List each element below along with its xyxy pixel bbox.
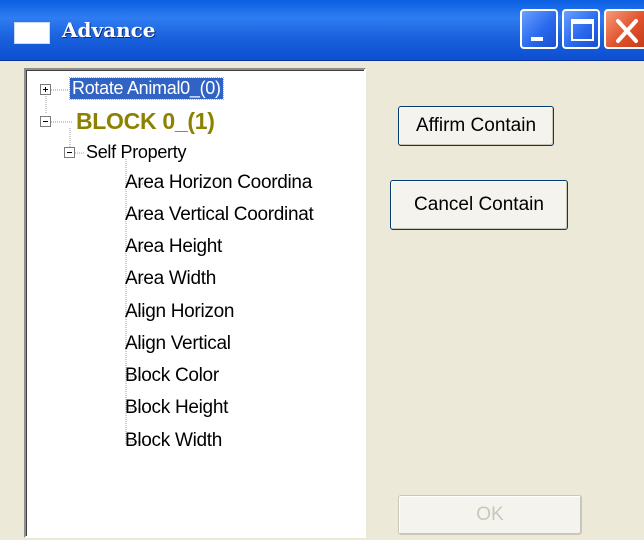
tree-leaf-align-horizon[interactable]: Align Horizon: [125, 301, 234, 323]
minimize-button[interactable]: [520, 9, 558, 49]
tree-node-block[interactable]: BLOCK 0_(1): [76, 108, 215, 135]
collapse-icon[interactable]: [40, 116, 51, 127]
tree-leaf-area-width[interactable]: Area Width: [125, 268, 216, 290]
property-tree[interactable]: Rotate Animal0_(0) BLOCK 0_(1) Self Prop…: [24, 68, 366, 538]
tree-leaf-area-vertical[interactable]: Area Vertical Coordinat: [125, 204, 314, 226]
maximize-icon: [571, 19, 594, 41]
tree-leaf-area-height[interactable]: Area Height: [125, 236, 222, 258]
expand-icon[interactable]: [40, 84, 51, 95]
maximize-button[interactable]: [562, 9, 600, 49]
tree-leaf-area-horizon[interactable]: Area Horizon Coordina: [125, 172, 312, 194]
close-icon: [616, 19, 638, 43]
tree-leaf-align-vertical[interactable]: Align Vertical: [125, 333, 231, 355]
tree-node-self-property[interactable]: Self Property: [86, 142, 186, 163]
window-icon: [14, 22, 50, 44]
tree-leaf-block-color[interactable]: Block Color: [125, 365, 219, 387]
cancel-contain-button[interactable]: Cancel Contain: [390, 180, 568, 230]
ok-button[interactable]: OK: [398, 495, 582, 535]
collapse-icon[interactable]: [64, 147, 75, 158]
minimize-icon: [531, 37, 543, 41]
tree-leaf-block-width[interactable]: Block Width: [125, 430, 222, 452]
window-title: Advance: [62, 18, 156, 42]
close-button[interactable]: [604, 9, 644, 49]
title-bar[interactable]: Advance: [0, 0, 644, 61]
tree-leaf-block-height[interactable]: Block Height: [125, 397, 228, 419]
tree-node-root[interactable]: Rotate Animal0_(0): [69, 77, 224, 100]
affirm-contain-button[interactable]: Affirm Contain: [398, 106, 554, 146]
